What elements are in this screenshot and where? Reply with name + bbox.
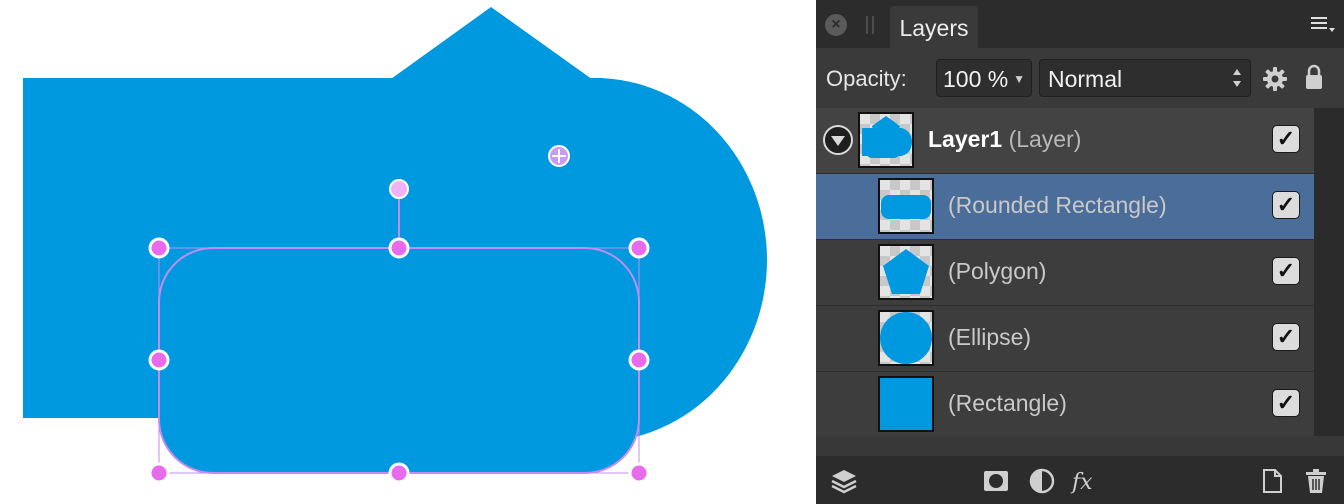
opacity-label: Opacity:	[826, 66, 907, 91]
opacity-value: 100 %	[943, 66, 1009, 92]
layer-row-rectangle[interactable]: (Rectangle) ✓	[816, 372, 1314, 438]
gear-icon[interactable]	[1263, 67, 1287, 91]
document-canvas[interactable]	[0, 0, 816, 504]
tab-layers[interactable]: Layers	[890, 6, 978, 48]
panel-menu-icon[interactable]	[1310, 14, 1336, 36]
adjustment-icon[interactable]	[1028, 467, 1056, 495]
mask-icon[interactable]	[982, 467, 1010, 495]
resize-handle-top-right[interactable]	[628, 237, 650, 259]
layer-thumbnail	[878, 178, 934, 234]
layers-empty-area	[816, 436, 1344, 456]
resize-handle-right[interactable]	[628, 349, 650, 371]
canvas-shapes[interactable]	[0, 0, 816, 504]
layer-type: (Layer)	[1008, 126, 1082, 152]
fx-icon[interactable]: fx	[1070, 467, 1100, 495]
resize-handle-bottom-right[interactable]	[628, 462, 650, 484]
layer-row-rounded-rectangle[interactable]: (Rounded Rectangle) ✓	[816, 174, 1314, 240]
layer-name: (Rectangle)	[948, 390, 1067, 416]
layer-thumbnail	[858, 112, 914, 168]
blend-mode-value: Normal	[1048, 66, 1123, 92]
layers-stack-icon[interactable]	[830, 467, 858, 495]
visibility-checkbox[interactable]: ✓	[1272, 257, 1300, 285]
chevron-down-icon[interactable]: ▼	[1013, 60, 1025, 98]
layer-name: Layer1	[928, 126, 1003, 152]
layers-panel: × Layers Opacity: 100 % ▼ Normal Layer1 …	[816, 0, 1344, 504]
resize-handle-bottom[interactable]	[388, 462, 410, 484]
pivot-crosshair-icon[interactable]	[548, 145, 570, 167]
resize-handle-left[interactable]	[148, 349, 170, 371]
visibility-checkbox[interactable]: ✓	[1272, 125, 1300, 153]
scrollbar-track[interactable]	[1314, 108, 1344, 436]
panel-titlebar: × Layers	[816, 0, 1344, 48]
trash-icon[interactable]	[1302, 467, 1330, 495]
updown-arrows-icon	[1233, 69, 1241, 87]
layer-name: (Polygon)	[948, 258, 1047, 284]
blend-mode-select[interactable]: Normal	[1039, 59, 1251, 97]
layer-name: (Ellipse)	[948, 324, 1032, 350]
rounded-rectangle-shape[interactable]	[159, 248, 639, 473]
layer-name: (Rounded Rectangle)	[948, 192, 1167, 218]
resize-handle-bottom-left[interactable]	[148, 462, 170, 484]
resize-handle-top-left[interactable]	[148, 237, 170, 259]
drag-grip-icon[interactable]	[866, 16, 874, 34]
visibility-checkbox[interactable]: ✓	[1272, 389, 1300, 417]
layer-thumbnail	[878, 244, 934, 300]
close-icon[interactable]: ×	[825, 14, 847, 36]
lock-icon[interactable]	[1304, 64, 1324, 90]
rotation-handle[interactable]	[389, 179, 409, 199]
expand-triangle-icon[interactable]	[823, 125, 853, 155]
layer-row-polygon[interactable]: (Polygon) ✓	[816, 240, 1314, 306]
visibility-checkbox[interactable]: ✓	[1272, 323, 1300, 351]
layer-thumbnail	[878, 310, 934, 366]
resize-handle-top[interactable]	[388, 237, 410, 259]
layer-thumbnail	[878, 376, 934, 432]
layers-bottom-toolbar: fx	[816, 456, 1344, 504]
layer-row-layer1[interactable]: Layer1 (Layer) ✓	[816, 108, 1314, 176]
layer-label: Layer1 (Layer)	[928, 126, 1081, 153]
new-layer-icon[interactable]	[1258, 467, 1286, 495]
opacity-blend-row: Opacity: 100 % ▼ Normal	[816, 48, 1344, 108]
visibility-checkbox[interactable]: ✓	[1272, 191, 1300, 219]
svg-text:fx: fx	[1070, 470, 1093, 495]
layer-row-ellipse[interactable]: (Ellipse) ✓	[816, 306, 1314, 372]
opacity-field[interactable]: 100 % ▼	[936, 59, 1032, 97]
